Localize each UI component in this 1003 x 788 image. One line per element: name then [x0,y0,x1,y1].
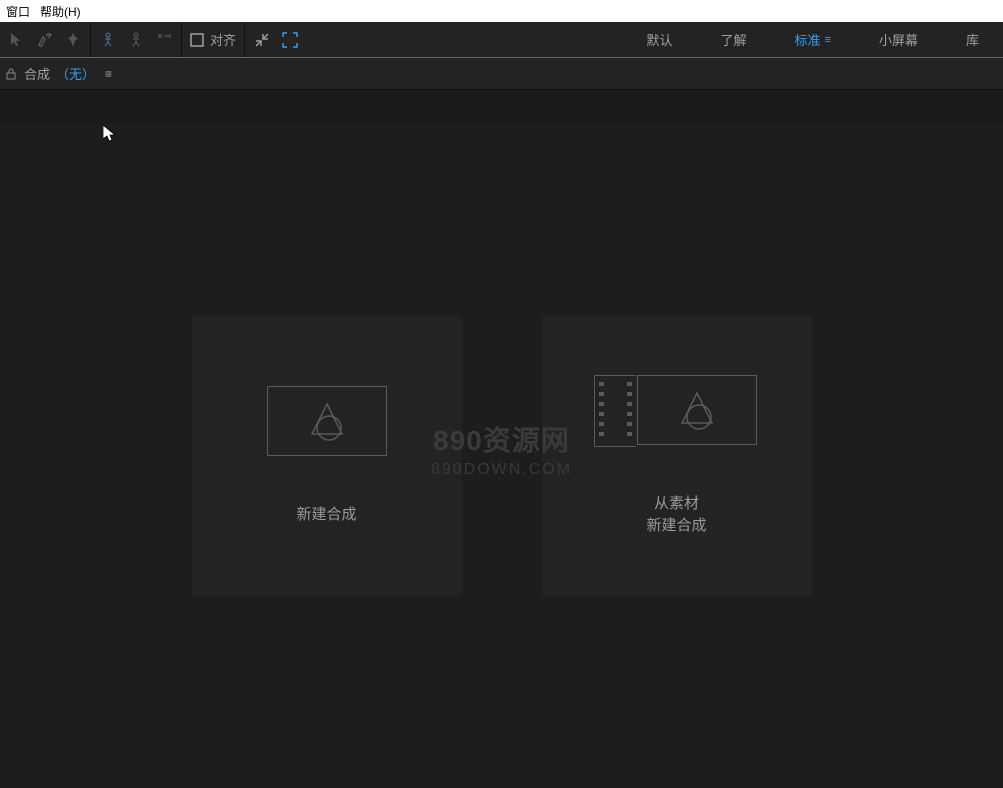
new-from-footage-label: 从素材 新建合成 [646,493,706,538]
workspace-tab-library[interactable]: 库 [942,22,1003,57]
workspace-menu-icon[interactable]: ≡ [825,34,831,46]
puppet-icon-3[interactable] [155,31,173,49]
composition-empty-area: 890资源网 890DOWN.COM 新建合成 [0,124,1003,788]
workspace-tab-default[interactable]: 默认 [623,22,697,57]
workspace-tabs: 默认 了解 标准 ≡ 小屏幕 库 [623,22,1003,57]
new-from-footage-icon [637,375,757,445]
panel-title: 合成 [24,64,50,83]
new-composition-icon [267,386,387,456]
expand-icon[interactable] [281,31,299,49]
menubar: 窗口 帮助(H) [0,0,1003,22]
workspace-tab-standard-label: 标准 [795,30,821,49]
new-from-footage-button[interactable]: 从素材 新建合成 [542,316,812,596]
selection-tool-icon[interactable] [8,31,26,49]
tool-group-view [245,22,307,57]
tool-group-puppet [91,22,182,57]
new-composition-label: 新建合成 [296,504,356,527]
snap-label-text: 对齐 [210,30,236,49]
pin-tool-icon[interactable] [64,31,82,49]
panel-strip [0,90,1003,124]
tool-group-selection [0,22,91,57]
workspace-tab-small[interactable]: 小屏幕 [855,22,942,57]
composition-none: （无） [56,64,95,83]
toolbar: 对齐 默认 了解 标准 ≡ 小屏幕 库 [0,22,1003,58]
filmstrip-icon [594,375,636,447]
puppet-icon-1[interactable] [99,31,117,49]
menu-window[interactable]: 窗口 [6,3,30,20]
panel-menu-icon[interactable]: ≡ [105,67,112,81]
rotobrush-tool-icon[interactable] [36,31,54,49]
workspace-tab-learn[interactable]: 了解 [697,22,771,57]
workspace-tab-standard[interactable]: 标准 ≡ [771,22,855,57]
composition-panel-header: 合成 （无） ≡ [0,58,1003,90]
lock-icon[interactable] [4,67,18,81]
menu-help[interactable]: 帮助(H) [40,3,81,20]
tool-group-snap: 对齐 [182,22,245,57]
new-composition-button[interactable]: 新建合成 [192,316,462,596]
collapse-icon[interactable] [253,31,271,49]
puppet-icon-2[interactable] [127,31,145,49]
snap-toggle[interactable]: 对齐 [190,30,236,49]
